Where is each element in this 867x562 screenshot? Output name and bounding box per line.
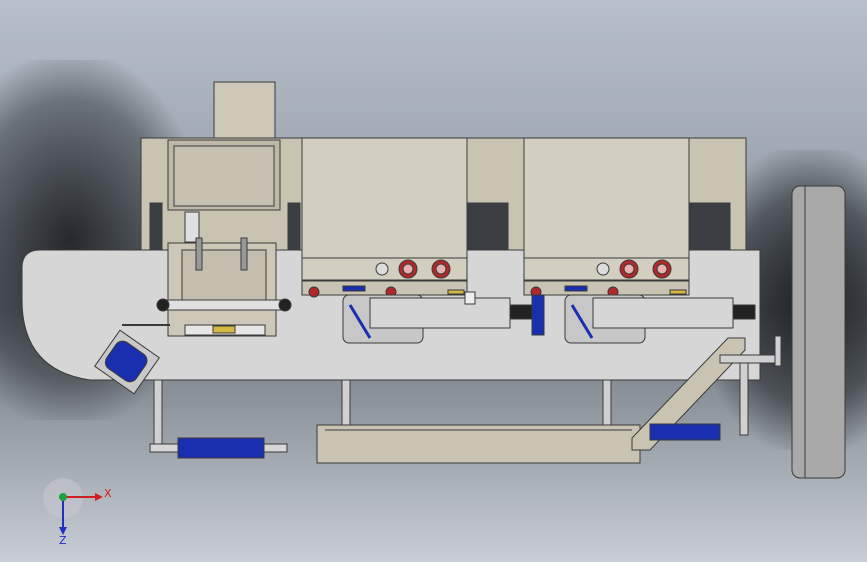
left-panel-screen xyxy=(173,145,275,207)
machine-unit-right xyxy=(523,137,690,281)
cad-viewport[interactable]: X Z xyxy=(0,0,867,562)
z-axis-label: Z xyxy=(59,534,67,547)
right-panel xyxy=(791,185,846,479)
valve xyxy=(375,262,389,276)
actuator-left xyxy=(369,297,511,329)
coordinate-triad: X Z xyxy=(43,478,112,547)
x-axis-label: X xyxy=(104,487,112,500)
actuator-right xyxy=(592,297,734,329)
shaft xyxy=(164,299,286,311)
leg xyxy=(341,379,351,426)
valve xyxy=(596,262,610,276)
lower-trough xyxy=(316,424,641,464)
assembly-drawing[interactable]: X Z xyxy=(0,0,867,562)
machine-unit-left xyxy=(301,137,468,281)
control-strip xyxy=(523,280,690,296)
frame-cutout xyxy=(287,202,301,251)
frame-cutout xyxy=(465,202,509,251)
blue-cylinder xyxy=(177,437,265,459)
control-strip xyxy=(301,280,468,296)
leg xyxy=(153,379,163,446)
top-box xyxy=(213,81,276,143)
frame-cutout xyxy=(689,202,731,251)
leg xyxy=(602,379,612,426)
frame-cutout xyxy=(149,202,163,251)
